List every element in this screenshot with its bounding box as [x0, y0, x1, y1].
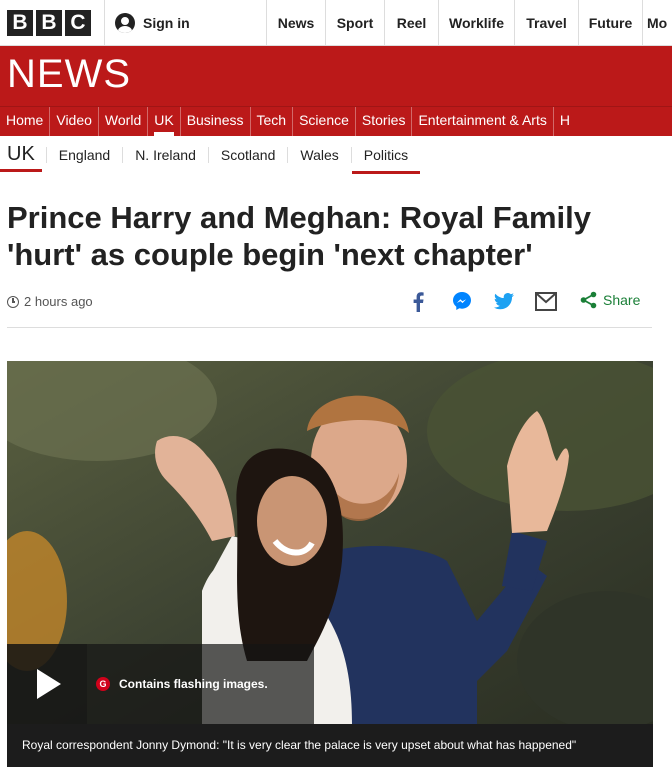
guidance-badge-icon: G [96, 677, 110, 691]
news-banner: NEWS [0, 46, 672, 106]
sub-nav-politics[interactable]: Politics [350, 147, 421, 174]
sub-nav-scotland[interactable]: Scotland [207, 147, 287, 163]
article-timestamp: 2 hours ago [7, 294, 93, 309]
share-button[interactable]: Share [580, 291, 640, 309]
section-nav-world[interactable]: World [97, 107, 147, 136]
top-nav-reel[interactable]: Reel [384, 0, 438, 46]
section-nav: Home Video World UK Business Tech Scienc… [0, 106, 672, 136]
top-nav-more[interactable]: Mo [642, 0, 672, 46]
video-caption: Royal correspondent Jonny Dymond: "It is… [7, 724, 653, 767]
facebook-icon[interactable] [412, 292, 424, 312]
share-icon [580, 291, 597, 309]
bbc-logo-letter: B [36, 10, 62, 36]
bbc-logo[interactable]: B B C [7, 10, 91, 36]
sub-nav-england[interactable]: England [45, 147, 122, 163]
section-nav-more[interactable]: H [552, 107, 576, 136]
sign-in-label: Sign in [143, 15, 190, 31]
sub-nav-current-section[interactable]: UK [0, 137, 42, 173]
article-headline: Prince Harry and Meghan: Royal Family 'h… [7, 200, 592, 272]
section-nav-entertainment-arts[interactable]: Entertainment & Arts [411, 107, 552, 136]
top-nav-news[interactable]: News [266, 0, 325, 46]
section-nav-business[interactable]: Business [179, 107, 250, 136]
section-nav-uk[interactable]: UK [147, 107, 179, 136]
bbc-masthead: B B C Sign in News Sport Reel Worklife T… [0, 0, 672, 46]
user-icon [115, 13, 135, 33]
messenger-icon[interactable] [452, 291, 472, 311]
news-wordmark[interactable]: NEWS [7, 52, 131, 97]
top-nav-travel[interactable]: Travel [514, 0, 578, 46]
twitter-icon[interactable] [494, 293, 514, 310]
section-nav-home[interactable]: Home [0, 107, 49, 136]
content-warning: G Contains flashing images. [87, 644, 314, 724]
share-tools: Share [412, 290, 652, 314]
share-label: Share [603, 292, 641, 308]
section-nav-science[interactable]: Science [292, 107, 355, 136]
section-nav-stories[interactable]: Stories [354, 107, 412, 136]
video-player[interactable]: G Contains flashing images. Royal corres… [7, 361, 653, 767]
top-nav-future[interactable]: Future [578, 0, 642, 46]
sub-nav: UK England N. Ireland Scotland Wales Pol… [0, 137, 672, 174]
top-nav-sport[interactable]: Sport [325, 0, 384, 46]
timestamp-text: 2 hours ago [24, 294, 93, 309]
top-nav-worklife[interactable]: Worklife [438, 0, 514, 46]
content-warning-text: Contains flashing images. [119, 677, 268, 691]
bbc-logo-letter: B [7, 10, 33, 36]
sub-nav-wales[interactable]: Wales [287, 147, 350, 163]
email-icon[interactable] [535, 292, 557, 311]
sign-in-button[interactable]: Sign in [104, 0, 264, 46]
bbc-logo-letter: C [65, 10, 91, 36]
top-nav: News Sport Reel Worklife Travel Future M… [266, 0, 672, 46]
section-nav-video[interactable]: Video [49, 107, 98, 136]
play-button[interactable] [7, 644, 87, 724]
article-meta: 2 hours ago Share [7, 290, 652, 328]
clock-icon [7, 295, 19, 308]
section-nav-tech[interactable]: Tech [249, 107, 293, 136]
sub-nav-n-ireland[interactable]: N. Ireland [122, 147, 208, 163]
